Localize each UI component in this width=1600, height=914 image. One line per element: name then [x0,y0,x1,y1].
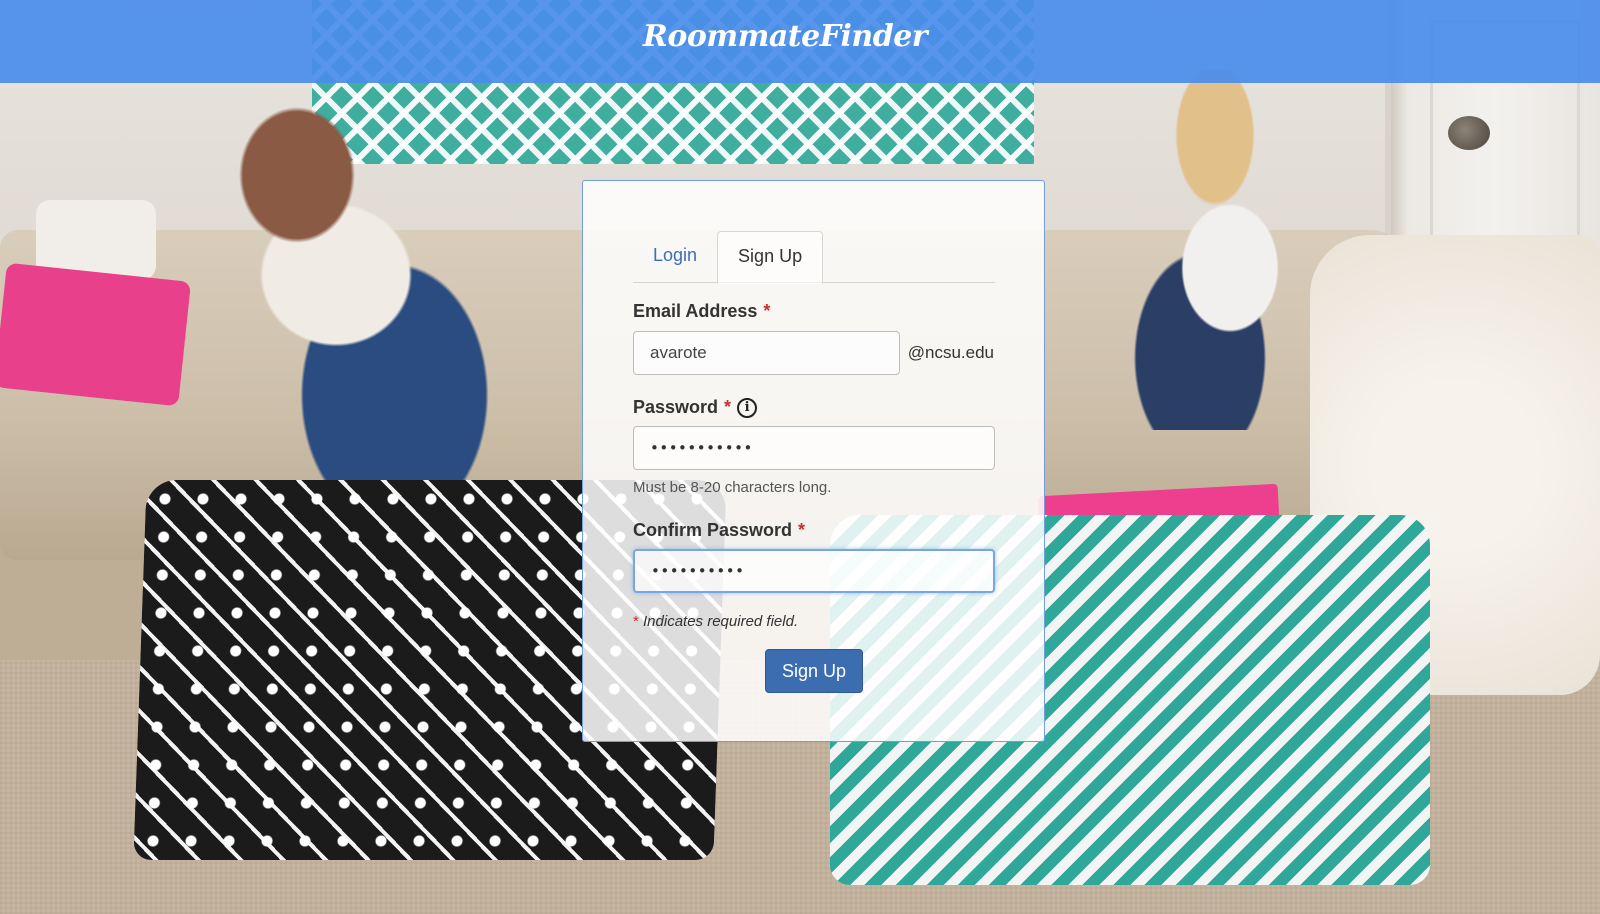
email-label: Email Address * [633,301,994,322]
confirm-password-label-text: Confirm Password [633,520,793,540]
auth-tabs: Login Sign Up [633,231,995,284]
confirm-password-label: Confirm Password * [633,520,994,541]
email-group: Email Address * avarote @ncsu.edu [633,301,994,375]
required-field-note: * Indicates required field. [633,613,994,630]
password-help-text: Must be 8-20 characters long. [633,479,832,496]
person-right [1080,70,1380,430]
confirm-password-input[interactable]: •••••••••• [633,549,995,593]
required-note-text: Indicates required field. [643,613,799,630]
required-mark: * [724,397,732,417]
top-header: RoommateFinder [0,0,1600,83]
email-domain-suffix: @ncsu.edu [907,343,994,362]
required-mark: * [633,613,639,630]
email-input[interactable]: avarote [633,331,900,375]
required-mark: * [763,301,771,321]
tab-signup[interactable]: Sign Up [717,231,824,284]
password-masked-value: ••••••••••• [650,439,753,457]
email-label-text: Email Address [633,301,758,321]
tab-login[interactable]: Login [633,231,717,283]
door-knob [1448,116,1490,150]
email-value: avarote [650,343,707,362]
auth-card: Login Sign Up Email Address * avarote @n… [582,180,1045,742]
info-icon[interactable]: i [737,397,758,418]
required-mark: * [798,520,806,540]
person-left [180,95,570,495]
confirm-password-group: Confirm Password * •••••••••• [633,520,995,593]
password-group: Password * i ••••••••••• Must be 8-20 ch… [633,397,995,496]
app-title: RoommateFinder [642,19,928,54]
confirm-password-masked-value: •••••••••• [651,562,745,580]
pink-pillow [0,262,192,407]
password-label-text: Password [633,397,719,417]
email-row: avarote @ncsu.edu [633,331,994,375]
sign-up-button[interactable]: Sign Up [765,649,863,693]
password-label: Password * i [633,397,994,418]
password-input[interactable]: ••••••••••• [633,426,995,470]
